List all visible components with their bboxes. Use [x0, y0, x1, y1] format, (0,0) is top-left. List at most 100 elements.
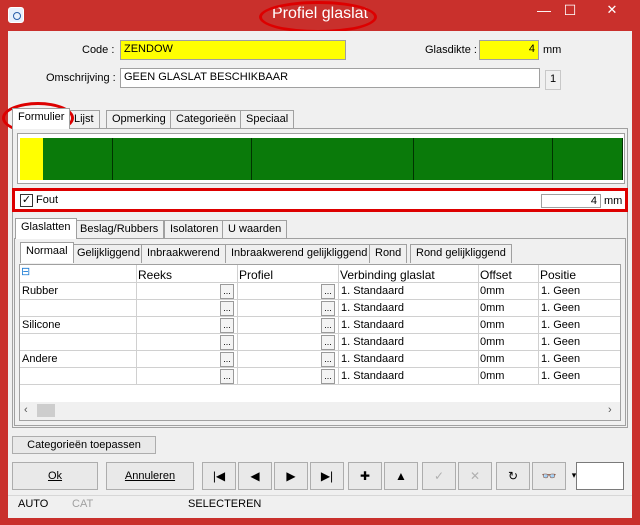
table-row[interactable] [20, 283, 620, 300]
table-row[interactable] [20, 351, 620, 368]
scroll-right-icon[interactable]: › [608, 404, 612, 416]
strip-cell[interactable] [598, 138, 623, 180]
strip-cell[interactable] [459, 138, 484, 180]
annuleren-button[interactable]: Annuleren [106, 462, 194, 490]
strip-cell[interactable] [274, 138, 299, 180]
profiel-browse-button[interactable]: ... [321, 352, 335, 367]
tab-isolatoren[interactable]: Isolatoren [164, 220, 225, 239]
strip-cell[interactable] [390, 138, 415, 180]
col-positie[interactable]: Positie [540, 268, 576, 282]
window: Profiel glaslat — ☐ ✕ Code : ZENDOW Glas… [0, 0, 640, 525]
strip-cell[interactable] [506, 138, 531, 180]
glasdikte-field[interactable]: 4 [479, 40, 539, 60]
ok-label: Ok [47, 470, 63, 482]
tab-rond-gelijkliggend[interactable]: Rond gelijkliggend [410, 244, 512, 263]
strip-cell[interactable] [112, 138, 137, 180]
tab-formulier[interactable]: Formulier [12, 108, 71, 129]
refresh-button[interactable]: ↻ [496, 462, 530, 490]
confirm-record-button[interactable]: ✓ [422, 462, 456, 490]
previous-record-button[interactable]: ◀ [238, 462, 272, 490]
minimize-button[interactable]: — [531, 0, 557, 22]
strip-cell[interactable] [367, 138, 392, 180]
strip-cell[interactable] [344, 138, 369, 180]
maximize-button[interactable]: ☐ [557, 0, 583, 22]
strip-cell[interactable] [251, 138, 276, 180]
scroll-left-icon[interactable]: ‹ [24, 404, 28, 416]
scroll-thumb[interactable] [37, 404, 55, 417]
strip-cell[interactable] [43, 138, 68, 180]
tab-inbraakwerend-gelijkliggend[interactable]: Inbraakwerend gelijkliggend [225, 244, 374, 263]
strip-cell[interactable] [66, 138, 91, 180]
tab-inbraakwerend[interactable]: Inbraakwerend [141, 244, 226, 263]
profiel-browse-button[interactable]: ... [321, 284, 335, 299]
code-label: Code : [82, 44, 115, 56]
tab-u-waarden[interactable]: U waarden [222, 220, 288, 239]
strip-cell[interactable] [228, 138, 253, 180]
strip-cell[interactable] [158, 138, 183, 180]
last-record-button[interactable]: ▶| [310, 462, 344, 490]
cancel-record-button[interactable]: ✕ [458, 462, 492, 490]
tab-beslag-rubbers[interactable]: Beslag/Rubbers [74, 220, 165, 239]
status-bar [8, 495, 632, 515]
reeks-browse-button[interactable]: ... [220, 318, 234, 333]
reeks-browse-button[interactable]: ... [220, 284, 234, 299]
row-offset: 0mm [480, 285, 505, 297]
row-verbinding: 1. Standaard [341, 285, 404, 297]
table-row[interactable] [20, 300, 620, 317]
table-row[interactable] [20, 334, 620, 351]
title-bar: Profiel glaslat — ☐ ✕ [0, 0, 640, 33]
collapse-icon[interactable]: ⊟ [21, 265, 30, 278]
strip-cell[interactable] [529, 138, 554, 180]
profiel-browse-button[interactable]: ... [321, 301, 335, 316]
glasdikte-unit: mm [543, 44, 562, 56]
table-row[interactable] [20, 368, 620, 385]
code-field[interactable]: ZENDOW [120, 40, 346, 60]
up-record-button[interactable]: ▲ [384, 462, 418, 490]
strip-cell[interactable] [297, 138, 322, 180]
reeks-browse-button[interactable]: ... [220, 352, 234, 367]
col-profiel[interactable]: Profiel [239, 268, 273, 282]
first-record-button[interactable]: |◀ [202, 462, 236, 490]
h-scrollbar[interactable]: ‹ › [20, 402, 620, 420]
profiel-browse-button[interactable]: ... [321, 335, 335, 350]
strip-cell[interactable] [135, 138, 160, 180]
next-record-button[interactable]: ▶ [274, 462, 308, 490]
search-button[interactable]: 👓 [532, 462, 566, 490]
categorieen-toepassen-button[interactable]: Categorieën toepassen [12, 436, 156, 454]
add-record-button[interactable]: ✚ [348, 462, 382, 490]
ok-button[interactable]: Ok [12, 462, 98, 490]
table-row[interactable] [20, 317, 620, 334]
count-badge: 1 [545, 70, 561, 90]
strip-cell[interactable] [436, 138, 461, 180]
record-field[interactable] [576, 462, 624, 490]
col-verbinding[interactable]: Verbinding glaslat [340, 268, 435, 282]
strip-cell[interactable] [20, 138, 44, 180]
strip-cell[interactable] [413, 138, 438, 180]
tab-categorieen[interactable]: Categorieën [170, 110, 242, 129]
strip-cell[interactable] [89, 138, 114, 180]
omschrijving-field[interactable]: GEEN GLASLAT BESCHIKBAAR [120, 68, 540, 88]
col-offset[interactable]: Offset [480, 268, 512, 282]
close-button[interactable]: ✕ [590, 0, 634, 22]
fout-value[interactable]: 4 [541, 194, 601, 208]
row-offset: 0mm [480, 302, 505, 314]
strip-cell[interactable] [321, 138, 345, 180]
reeks-browse-button[interactable]: ... [220, 335, 234, 350]
profiel-browse-button[interactable]: ... [321, 318, 335, 333]
tab-normaal[interactable]: Normaal [20, 242, 74, 263]
fout-checkbox[interactable]: ✓ [20, 194, 33, 207]
tab-glaslatten[interactable]: Glaslatten [15, 218, 77, 239]
tab-speciaal[interactable]: Speciaal [240, 110, 295, 129]
tab-gelijkliggend[interactable]: Gelijkliggend [71, 244, 146, 263]
reeks-browse-button[interactable]: ... [220, 301, 234, 316]
tab-opmerking[interactable]: Opmerking [106, 110, 172, 129]
col-reeks[interactable]: Reeks [138, 268, 172, 282]
profiel-browse-button[interactable]: ... [321, 369, 335, 384]
strip-cell[interactable] [182, 138, 207, 180]
strip-cell[interactable] [552, 138, 577, 180]
tab-rond[interactable]: Rond [369, 244, 408, 263]
strip-cell[interactable] [205, 138, 230, 180]
reeks-browse-button[interactable]: ... [220, 369, 234, 384]
strip-cell[interactable] [483, 138, 508, 180]
strip-cell[interactable] [575, 138, 600, 180]
